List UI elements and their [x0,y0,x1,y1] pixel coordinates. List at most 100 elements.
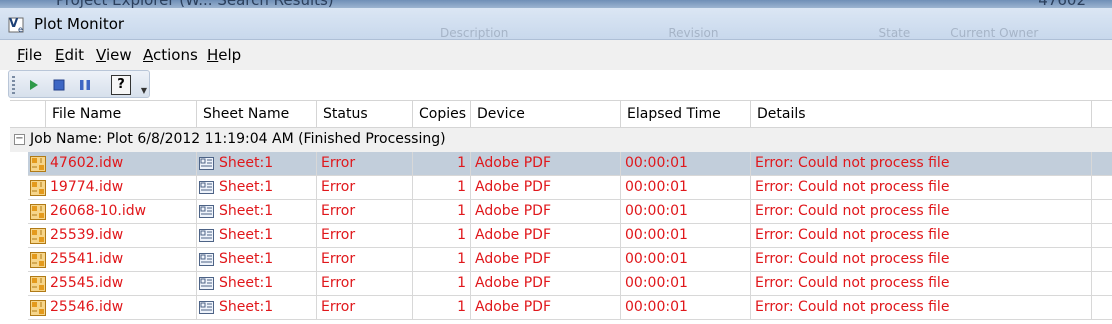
column-header-details[interactable]: Details [751,101,1092,128]
help-button[interactable]: ? [111,75,131,95]
cell-sheet-name-text: Sheet:1 [219,227,274,243]
cell-elapsed-time: 00:00:01 [621,224,751,248]
table-row[interactable]: 26068-10.idw Sheet:1 Error 1 Adobe PDF 00:00:… [28,200,1112,224]
job-group-row[interactable]: − Job Name: Plot 6/8/2012 11:19:04 AM (F… [10,128,1112,152]
cell-file-name: 25545.idw [28,272,197,296]
cell-status: Error [317,224,413,248]
toolbar-overflow-icon[interactable]: ▼ [141,86,147,95]
column-header-device[interactable]: Device [471,101,621,128]
cell-file-name-text: 19774.idw [50,179,124,195]
cell-copies-text: 1 [457,203,466,219]
cell-sheet-name-text: Sheet:1 [219,251,274,267]
idw-file-icon [30,228,46,244]
cell-copies: 1 [413,176,471,200]
cell-copies-text: 1 [457,251,466,267]
table-row[interactable]: 25546.idw Sheet:1 Error 1 Adobe PDF 00:00:01 E… [28,296,1112,320]
cell-file-name: 26068-10.idw [28,200,197,224]
cell-copies-text: 1 [457,179,466,195]
stop-icon[interactable] [49,75,69,95]
cell-elapsed-time: 00:00:01 [621,176,751,200]
grid-column-headers: File Name Sheet Name Status Copies Devic… [10,100,1112,128]
menu-actions[interactable]: Actions [143,46,198,64]
cell-status: Error [317,296,413,320]
menu-help[interactable]: Help [207,46,241,64]
menu-accel: A [143,46,153,64]
idw-file-icon [30,252,46,268]
cell-elapsed-time-text: 00:00:01 [625,275,688,291]
cell-copies-text: 1 [457,299,466,315]
cell-details-text: Error: Could not process file [755,275,950,291]
column-header-spacer [10,101,46,128]
menu-file[interactable]: File [17,46,42,64]
cell-elapsed-time: 00:00:01 [621,248,751,272]
cell-elapsed-time-text: 00:00:01 [625,251,688,267]
job-group-label: Job Name: Plot 6/8/2012 11:19:04 AM (Fin… [30,131,446,147]
cell-details-text: Error: Could not process file [755,179,950,195]
toolbar-grip-handle[interactable] [12,76,15,94]
cell-device: Adobe PDF [471,272,621,296]
column-header-sheet-name[interactable]: Sheet Name [197,101,317,128]
cell-device-text: Adobe PDF [475,179,552,195]
cell-file-name-text: 25541.idw [50,251,124,267]
cell-status: Error [317,200,413,224]
cell-sheet-name-text: Sheet:1 [219,155,274,171]
drawing-sheet-icon [199,181,214,194]
cell-status: Error [317,152,413,176]
play-icon[interactable] [23,75,43,95]
cell-sheet-name: Sheet:1 [197,200,317,224]
window-titlebar[interactable]: V e Plot Monitor Description Revision Stat… [0,8,1112,40]
cell-device-text: Adobe PDF [475,251,552,267]
cell-elapsed-time: 00:00:01 [621,152,751,176]
cell-file-name-text: 25545.idw [50,275,124,291]
menu-edit[interactable]: Edit [55,46,84,64]
cell-elapsed-time-text: 00:00:01 [625,227,688,243]
toolbar: ? ▼ [8,70,150,98]
cell-elapsed-time: 00:00:01 [621,296,751,320]
menu-accel: V [96,46,106,64]
cell-details: Error: Could not process file [751,152,1092,176]
cell-sheet-name-text: Sheet:1 [219,203,274,219]
background-column: State [878,26,911,40]
menu-label-rest: iew [105,46,132,64]
table-row[interactable]: 25539.idw Sheet:1 Error 1 Adobe PDF 00:00:01 E… [28,224,1112,248]
cell-copies-text: 1 [457,155,466,171]
cell-copies: 1 [413,272,471,296]
cell-sheet-name-text: Sheet:1 [219,275,274,291]
cell-copies: 1 [413,152,471,176]
background-window-titlebar: Project Explorer (W... Search Results) 4… [0,0,1112,8]
pause-icon[interactable] [75,75,95,95]
cell-details: Error: Could not process file [751,224,1092,248]
cell-sheet-name: Sheet:1 [197,152,317,176]
column-header-elapsed-time[interactable]: Elapsed Time [621,101,751,128]
idw-file-icon [30,156,46,172]
cell-status-text: Error [321,275,356,291]
cell-details-text: Error: Could not process file [755,155,950,171]
background-column: Description [440,26,509,40]
cell-device-text: Adobe PDF [475,275,552,291]
cell-file-name-text: 26068-10.idw [50,203,147,219]
column-header-file-name[interactable]: File Name [46,101,197,128]
drawing-sheet-icon [199,253,214,266]
cell-sheet-name: Sheet:1 [197,224,317,248]
menu-accel: F [17,46,25,64]
idw-file-icon [30,300,46,316]
table-row[interactable]: 25541.idw Sheet:1 Error 1 Adobe PDF 00:00:01 E… [28,248,1112,272]
cell-details: Error: Could not process file [751,200,1092,224]
table-row[interactable]: 19774.idw Sheet:1 Error 1 Adobe PDF 00:00:01 E… [28,176,1112,200]
column-header-status[interactable]: Status [317,101,413,128]
background-window-title: Project Explorer (W... Search Results) [56,0,334,8]
table-row[interactable]: 47602.idw Sheet:1 Error 1 Adobe PDF 00:00:01 E… [28,152,1112,176]
menu-view[interactable]: View [96,46,132,64]
drawing-sheet-icon [199,301,214,314]
menu-label-rest: ctions [153,46,198,64]
drawing-sheet-icon [199,205,214,218]
collapse-icon[interactable]: − [14,134,25,145]
cell-sheet-name-text: Sheet:1 [219,179,274,195]
cell-status-text: Error [321,155,356,171]
vault-app-icon: V e [8,16,24,34]
table-row[interactable]: 25545.idw Sheet:1 Error 1 Adobe PDF 00:00:01 E… [28,272,1112,296]
column-header-copies[interactable]: Copies [413,101,471,128]
cell-details: Error: Could not process file [751,296,1092,320]
background-window-value: 47602 [1038,0,1086,8]
window-title: Plot Monitor [34,15,125,33]
